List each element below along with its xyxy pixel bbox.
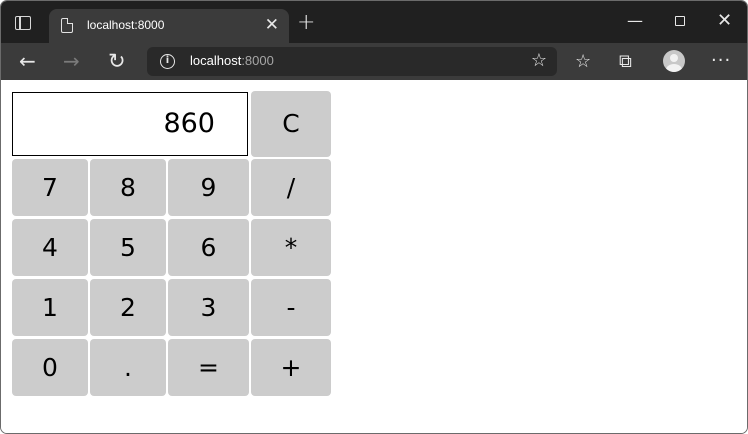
forward-arrow-icon[interactable]: → — [63, 49, 80, 73]
key-9-button[interactable]: 9 — [168, 159, 249, 216]
tab-title: localhost:8000 — [87, 18, 165, 32]
key-0-button[interactable]: 0 — [12, 339, 88, 396]
key-1-button[interactable]: 1 — [12, 279, 88, 336]
address-bar[interactable]: i localhost:8000 ☆ — [147, 47, 557, 76]
multiply-button[interactable]: * — [251, 219, 331, 276]
tab-actions-icon[interactable] — [15, 16, 31, 30]
new-tab-button[interactable]: + — [297, 11, 315, 35]
url-port: :8000 — [241, 53, 274, 68]
maximize-icon[interactable] — [675, 16, 685, 26]
url-text[interactable]: localhost:8000 — [190, 53, 274, 68]
key-8-button[interactable]: 8 — [90, 159, 166, 216]
key-4-button[interactable]: 4 — [12, 219, 88, 276]
page-viewport: 860 C 7 8 9 / 4 5 6 * 1 2 3 - 0 . = + — [1, 80, 747, 433]
collections-icon[interactable]: ⧉ — [619, 50, 632, 74]
browser-window: localhost:8000 ✕ + — ✕ ← → ↻ i localhost… — [0, 0, 748, 434]
browser-toolbar: ← → ↻ i localhost:8000 ☆ ☆ ⧉ ··· — [1, 43, 747, 80]
key-2-button[interactable]: 2 — [90, 279, 166, 336]
avatar-icon[interactable] — [663, 50, 685, 72]
close-icon[interactable]: ✕ — [265, 15, 279, 35]
title-bar: localhost:8000 ✕ + — ✕ — [1, 1, 747, 43]
minimize-icon[interactable]: — — [627, 11, 643, 31]
divide-button[interactable]: / — [251, 159, 331, 216]
url-host: localhost — [190, 53, 242, 68]
star-plus-icon[interactable]: ☆ — [531, 50, 547, 72]
key-6-button[interactable]: 6 — [168, 219, 249, 276]
close-window-icon[interactable]: ✕ — [717, 11, 732, 31]
key-3-button[interactable]: 3 — [168, 279, 249, 336]
equals-button[interactable]: = — [168, 339, 249, 396]
favorites-icon[interactable]: ☆ — [575, 50, 591, 74]
add-button[interactable]: + — [251, 339, 331, 396]
key-7-button[interactable]: 7 — [12, 159, 88, 216]
info-icon[interactable]: i — [160, 54, 175, 69]
back-arrow-icon[interactable]: ← — [19, 49, 36, 73]
calculator-display: 860 — [12, 92, 248, 156]
clear-button[interactable]: C — [251, 91, 331, 157]
decimal-button[interactable]: . — [90, 339, 166, 396]
tab-localhost[interactable]: localhost:8000 ✕ — [49, 9, 289, 43]
refresh-icon[interactable]: ↻ — [108, 49, 126, 73]
subtract-button[interactable]: - — [251, 279, 331, 336]
key-5-button[interactable]: 5 — [90, 219, 166, 276]
page-icon — [61, 18, 73, 33]
more-icon[interactable]: ··· — [711, 49, 731, 73]
